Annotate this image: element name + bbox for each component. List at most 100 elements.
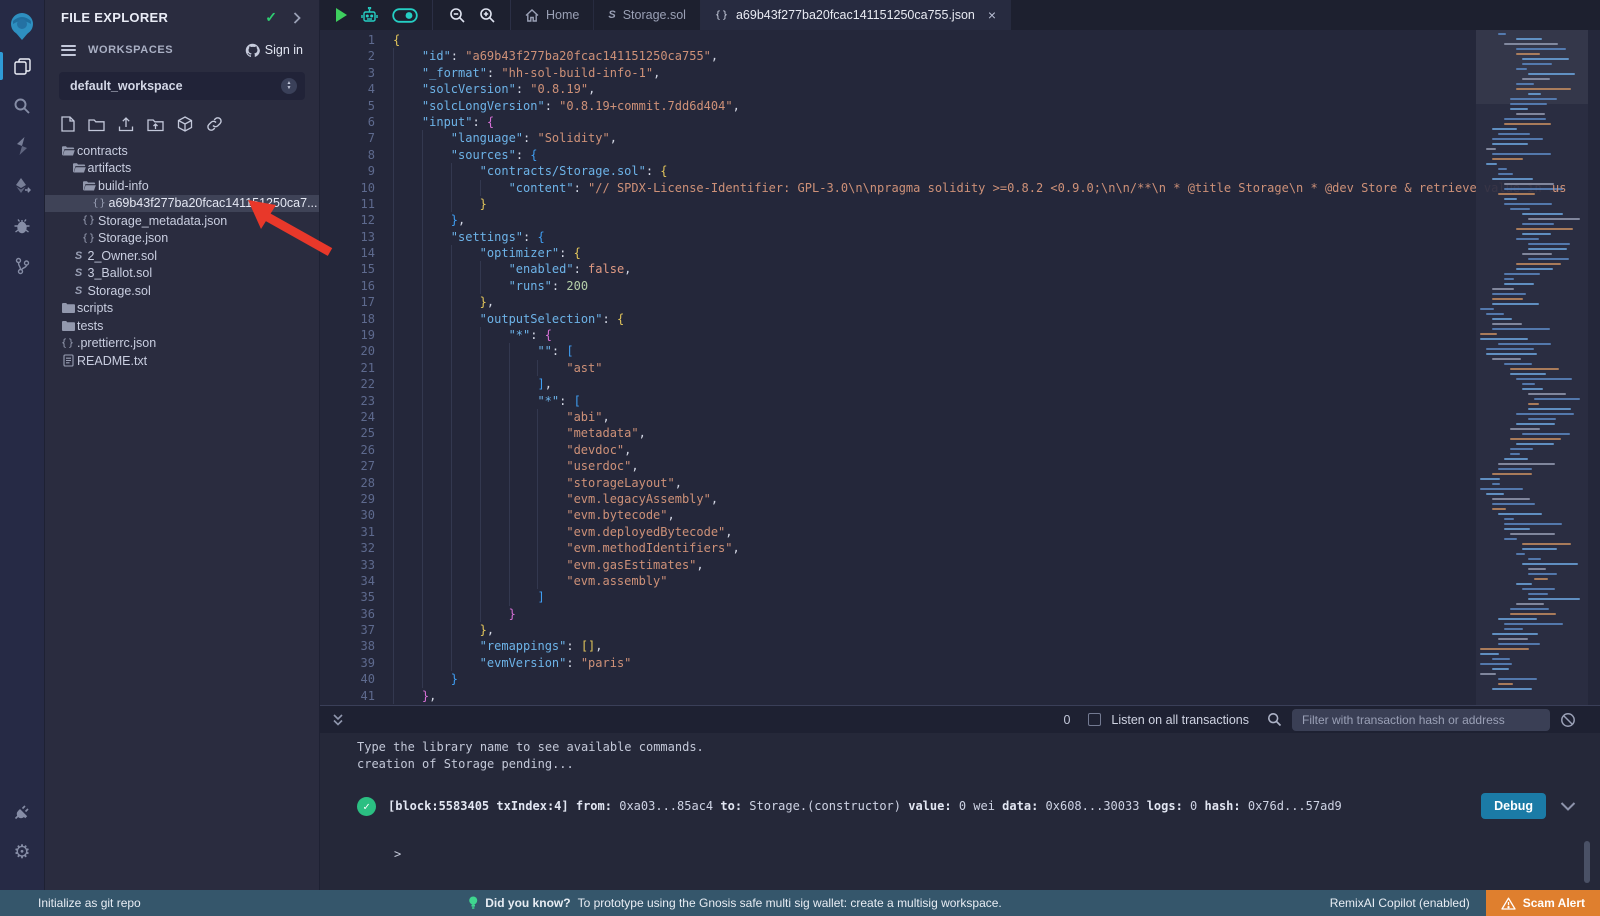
file-tree-item[interactable]: SStorage.sol xyxy=(45,282,319,300)
remix-logo-icon[interactable] xyxy=(0,6,45,46)
source-control-icon[interactable] xyxy=(0,246,45,286)
code-line[interactable]: { xyxy=(393,32,1600,48)
code-line[interactable]: "solcVersion": "0.8.19", xyxy=(393,81,1600,97)
code-line[interactable]: }, xyxy=(393,688,1600,704)
file-name: 3_Ballot.sol xyxy=(88,266,153,280)
expand-transaction-icon[interactable] xyxy=(1560,802,1576,811)
run-script-icon[interactable] xyxy=(336,8,347,22)
file-tree-item[interactable]: {}a69b43f277ba20fcac141151250ca7... xyxy=(45,195,319,213)
code-line[interactable]: } xyxy=(393,196,1600,212)
code-line[interactable]: "runs": 200 xyxy=(393,278,1600,294)
code-line[interactable]: ] xyxy=(393,589,1600,605)
terminal-scrollbar[interactable] xyxy=(1584,841,1590,883)
file-tree-item[interactable]: README.txt xyxy=(45,352,319,370)
code-line[interactable]: "userdoc", xyxy=(393,458,1600,474)
publish-box-icon[interactable] xyxy=(177,116,193,132)
new-folder-icon[interactable] xyxy=(88,117,105,132)
new-file-icon[interactable] xyxy=(61,116,75,132)
code-line[interactable]: } xyxy=(393,606,1600,622)
code-line[interactable]: "id": "a69b43f277ba20fcac141151250ca755"… xyxy=(393,48,1600,64)
code-line[interactable]: "remappings": [], xyxy=(393,638,1600,654)
file-tree-item[interactable]: artifacts xyxy=(45,160,319,178)
code-line[interactable]: "storageLayout", xyxy=(393,475,1600,491)
code-line[interactable]: "devdoc", xyxy=(393,442,1600,458)
upload-folder-icon[interactable] xyxy=(147,117,164,132)
terminal-body[interactable]: Type the library name to see available c… xyxy=(320,733,1600,891)
file-tree-item[interactable]: contracts xyxy=(45,142,319,160)
copilot-status[interactable]: RemixAI Copilot (enabled) xyxy=(1330,896,1470,910)
code-line[interactable]: "evm.deployedBytecode", xyxy=(393,524,1600,540)
deploy-run-icon[interactable] xyxy=(0,166,45,206)
file-tree-item[interactable]: tests xyxy=(45,317,319,335)
listen-label[interactable]: Listen on all transactions xyxy=(1111,713,1249,727)
file-tree-item[interactable]: scripts xyxy=(45,300,319,318)
code-line[interactable]: "content": "// SPDX-License-Identifier: … xyxy=(393,180,1600,196)
file-tree-item[interactable]: {}Storage_metadata.json xyxy=(45,212,319,230)
code-line[interactable]: "solcLongVersion": "0.8.19+commit.7dd6d4… xyxy=(393,98,1600,114)
code-line[interactable]: "optimizer": { xyxy=(393,245,1600,261)
clear-console-icon[interactable] xyxy=(1560,712,1576,728)
code-line[interactable]: } xyxy=(393,671,1600,687)
file-tree-item[interactable]: {}.prettierrc.json xyxy=(45,335,319,353)
transaction-row[interactable]: ✓ [block:5583405 txIndex:4] from: 0xa03.… xyxy=(357,793,1576,819)
minimap[interactable] xyxy=(1476,30,1588,705)
code-line[interactable]: "settings": { xyxy=(393,229,1600,245)
zoom-out-icon[interactable] xyxy=(449,7,466,24)
code-line[interactable]: "*": [ xyxy=(393,393,1600,409)
file-tree-item[interactable]: build-info xyxy=(45,177,319,195)
code-line[interactable]: "metadata", xyxy=(393,425,1600,441)
code-line[interactable]: "ast" xyxy=(393,360,1600,376)
file-tree-item[interactable]: {}Storage.json xyxy=(45,230,319,248)
listen-checkbox[interactable] xyxy=(1088,713,1101,726)
zoom-in-icon[interactable] xyxy=(479,7,496,24)
git-init-button[interactable]: Initialize as git repo xyxy=(0,896,141,910)
close-tab-icon[interactable]: × xyxy=(988,8,996,22)
github-signin-button[interactable]: Sign in xyxy=(245,43,303,58)
workspaces-menu-icon[interactable] xyxy=(61,42,76,58)
code-line[interactable]: "*": { xyxy=(393,327,1600,343)
remixai-robot-icon[interactable] xyxy=(360,7,379,24)
search-icon[interactable] xyxy=(0,86,45,126)
code-line[interactable]: "evm.assembly" xyxy=(393,573,1600,589)
solidity-compiler-icon[interactable] xyxy=(0,126,45,166)
file-tree-item[interactable]: S2_Owner.sol xyxy=(45,247,319,265)
collapse-chevron-icon[interactable] xyxy=(293,12,301,24)
code-line[interactable]: "abi", xyxy=(393,409,1600,425)
collapse-terminal-icon[interactable] xyxy=(332,713,344,727)
link-icon[interactable] xyxy=(206,116,223,132)
transaction-filter-input[interactable] xyxy=(1292,709,1550,731)
tab-storage-sol[interactable]: S Storage.sol xyxy=(594,0,701,30)
code-line[interactable]: "evm.gasEstimates", xyxy=(393,557,1600,573)
scam-alert-button[interactable]: Scam Alert xyxy=(1486,890,1600,916)
code-line[interactable]: "evm.methodIdentifiers", xyxy=(393,540,1600,556)
settings-gear-icon[interactable]: ⚙ xyxy=(0,832,45,872)
code-line[interactable]: }, xyxy=(393,294,1600,310)
code-line[interactable]: "language": "Solidity", xyxy=(393,130,1600,146)
code-line[interactable]: ], xyxy=(393,376,1600,392)
code-line[interactable]: "evm.bytecode", xyxy=(393,507,1600,523)
code-line[interactable]: "evm.legacyAssembly", xyxy=(393,491,1600,507)
line-number: 15 xyxy=(320,261,375,277)
code-editor[interactable]: 1234567891011121314151617181920212223242… xyxy=(320,30,1600,705)
tab-build-info-json[interactable]: {} a69b43f277ba20fcac141151250ca755.json… xyxy=(701,0,1011,30)
code-line[interactable]: "_format": "hh-sol-build-info-1", xyxy=(393,65,1600,81)
code-line[interactable]: "outputSelection": { xyxy=(393,311,1600,327)
code-line[interactable]: "": [ xyxy=(393,343,1600,359)
code-line[interactable]: "contracts/Storage.sol": { xyxy=(393,163,1600,179)
code-line[interactable]: }, xyxy=(393,622,1600,638)
code-line[interactable]: }, xyxy=(393,212,1600,228)
code-line[interactable]: "sources": { xyxy=(393,147,1600,163)
debug-button[interactable]: Debug xyxy=(1481,793,1546,819)
upload-file-icon[interactable] xyxy=(118,116,134,132)
code-line[interactable]: "enabled": false, xyxy=(393,261,1600,277)
file-explorer-icon[interactable] xyxy=(0,46,45,86)
file-tree-item[interactable]: S3_Ballot.sol xyxy=(45,265,319,283)
code-line[interactable]: "evmVersion": "paris" xyxy=(393,655,1600,671)
tab-home[interactable]: Home xyxy=(511,0,594,30)
copilot-toggle-icon[interactable] xyxy=(392,8,418,23)
debugger-icon[interactable] xyxy=(0,206,45,246)
workspace-select[interactable]: default_workspace ▲▼ xyxy=(59,72,305,100)
plugin-manager-icon[interactable] xyxy=(0,792,45,832)
code-line[interactable]: "input": { xyxy=(393,114,1600,130)
terminal-prompt[interactable]: > xyxy=(357,846,401,863)
